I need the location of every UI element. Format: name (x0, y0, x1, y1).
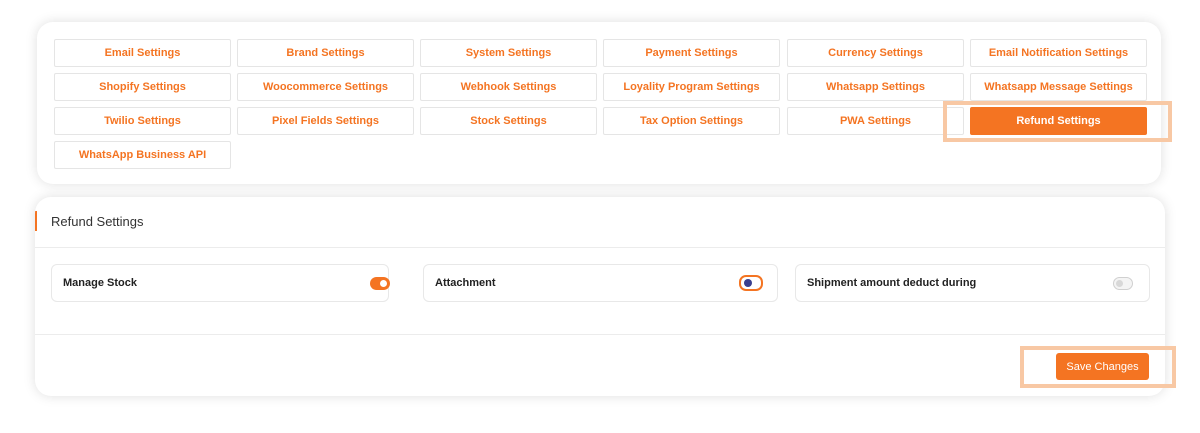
tab-email-notification-settings[interactable]: Email Notification Settings (970, 39, 1147, 67)
tab-whatsapp-settings[interactable]: Whatsapp Settings (787, 73, 964, 101)
tab-twilio-settings[interactable]: Twilio Settings (54, 107, 231, 135)
tab-pixel-fields-settings[interactable]: Pixel Fields Settings (237, 107, 414, 135)
manage-stock-label: Manage Stock (63, 277, 137, 289)
tab-email-settings[interactable]: Email Settings (54, 39, 231, 67)
tab-refund-settings[interactable]: Refund Settings (970, 107, 1147, 135)
tab-shopify-settings[interactable]: Shopify Settings (54, 73, 231, 101)
tab-whatsapp-message-settings[interactable]: Whatsapp Message Settings (970, 73, 1147, 101)
refund-settings-panel: Refund Settings Manage Stock Attachment … (35, 197, 1165, 396)
manage-stock-toggle[interactable] (370, 277, 390, 290)
settings-tabs-card: Email Settings Brand Settings System Set… (37, 22, 1161, 184)
shipment-deduct-toggle[interactable] (1113, 277, 1133, 290)
toggle-knob (744, 279, 752, 287)
tab-currency-settings[interactable]: Currency Settings (787, 39, 964, 67)
toggle-knob (1116, 280, 1123, 287)
attachment-toggle[interactable] (739, 275, 763, 291)
tab-woocommerce-settings[interactable]: Woocommerce Settings (237, 73, 414, 101)
manage-stock-option: Manage Stock (51, 264, 390, 302)
tab-payment-settings[interactable]: Payment Settings (603, 39, 780, 67)
tab-brand-settings[interactable]: Brand Settings (237, 39, 414, 67)
toggle-knob (380, 280, 387, 287)
tab-whatsapp-business-api[interactable]: WhatsApp Business API (54, 141, 231, 169)
tab-tax-option-settings[interactable]: Tax Option Settings (603, 107, 780, 135)
tab-pwa-settings[interactable]: PWA Settings (787, 107, 964, 135)
panel-title: Refund Settings (51, 214, 144, 229)
shipment-deduct-label: Shipment amount deduct during (807, 277, 977, 289)
tab-stock-settings[interactable]: Stock Settings (420, 107, 597, 135)
attachment-option: Attachment (423, 264, 778, 302)
save-changes-button[interactable]: Save Changes (1056, 353, 1149, 380)
tab-loyality-program-settings[interactable]: Loyality Program Settings (603, 73, 780, 101)
title-accent-bar (35, 211, 37, 231)
tab-webhook-settings[interactable]: Webhook Settings (420, 73, 597, 101)
panel-header: Refund Settings (35, 197, 1165, 248)
footer-divider (35, 334, 1165, 335)
attachment-label: Attachment (435, 277, 496, 289)
tab-system-settings[interactable]: System Settings (420, 39, 597, 67)
shipment-deduct-option: Shipment amount deduct during (795, 264, 1150, 302)
